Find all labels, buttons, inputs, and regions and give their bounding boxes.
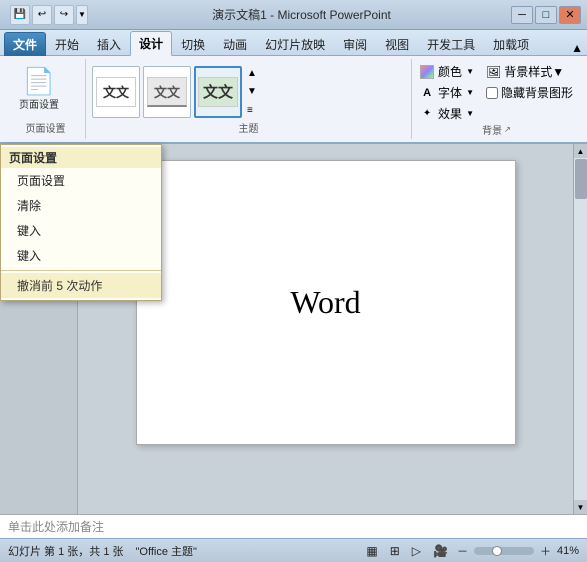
redo-icon[interactable]: ↪ — [54, 5, 74, 25]
tab-file[interactable]: 文件 — [4, 32, 46, 56]
effects-dropdown-icon[interactable]: ▼ — [466, 109, 474, 118]
colors-label: 颜色 — [438, 63, 462, 80]
scrollbar-thumb[interactable] — [575, 159, 587, 199]
bg-options: 颜色 ▼ 🖼 背景样式▼ A 字体 ▼ 隐藏背景图形 ✦ 效果 ▼ — [420, 63, 573, 122]
fonts-label: 字体 — [438, 84, 462, 101]
vertical-scrollbar: ▲ ▼ — [573, 144, 587, 514]
background-group: 颜色 ▼ 🖼 背景样式▼ A 字体 ▼ 隐藏背景图形 ✦ 效果 ▼ — [412, 59, 581, 139]
quick-access-toolbar: 💾 ↩ ↪ ▼ — [6, 5, 92, 25]
status-bar: 幻灯片 第 1 张，共 1 张 "Office 主题" ▦ ⊞ ▷ 🎥 － ＋ … — [0, 538, 587, 562]
colors-swatch — [420, 65, 434, 79]
ribbon-tabs: 文件 开始 插入 设计 切换 动画 幻灯片放映 审阅 视图 开发工具 加载项 ▲ — [0, 30, 587, 56]
slide-canvas[interactable]: Word — [136, 160, 516, 445]
slide-sorter-icon[interactable]: ⊞ — [387, 543, 403, 559]
status-bar-right: ▦ ⊞ ▷ 🎥 － ＋ 41% — [363, 543, 579, 559]
zoom-plus[interactable]: ＋ — [540, 543, 551, 559]
page-setup-group-label: 页面设置 — [12, 120, 79, 137]
close-button[interactable]: ✕ — [559, 6, 581, 24]
scrollbar-track[interactable] — [574, 158, 587, 500]
dropdown-item-type2[interactable]: 键入 — [1, 243, 161, 268]
bg-style-container: 🖼 背景样式▼ — [486, 63, 564, 80]
qat-dropdown-icon[interactable]: ▼ — [76, 5, 88, 25]
themes-group-label: 主题 — [92, 120, 405, 137]
notes-area[interactable]: 单击此处添加备注 — [0, 514, 587, 538]
page-setup-buttons: 📄 页面设置 — [12, 61, 79, 120]
undo-icon[interactable]: ↩ — [32, 5, 52, 25]
dropdown-item-type1[interactable]: 键入 — [1, 218, 161, 243]
theme-box-button[interactable]: 文文 — [194, 66, 242, 118]
minimize-button[interactable]: ─ — [511, 6, 533, 24]
fonts-row: A 字体 ▼ 隐藏背景图形 — [420, 84, 573, 101]
theme-plain-sample: 文文 — [96, 77, 136, 107]
hide-bg-label: 隐藏背景图形 — [501, 84, 573, 101]
bg-style-label[interactable]: 背景样式▼ — [504, 63, 564, 80]
hide-bg-container: 隐藏背景图形 — [486, 84, 573, 101]
theme-name: "Office 主题" — [136, 543, 197, 559]
tab-insert[interactable]: 插入 — [88, 32, 130, 56]
page-setup-button[interactable]: 📄 页面设置 — [12, 63, 66, 116]
tab-review[interactable]: 审阅 — [334, 32, 376, 56]
dropdown-item-page-setup[interactable]: 页面设置 — [1, 168, 161, 193]
theme-plain-button[interactable]: 文文 — [92, 66, 140, 118]
ribbon-help-icon: ▲ — [571, 41, 587, 55]
bg-style-icon: 🖼 — [486, 65, 501, 79]
notes-placeholder: 单击此处添加备注 — [8, 518, 104, 535]
zoom-thumb[interactable] — [492, 546, 502, 556]
tab-design[interactable]: 设计 — [130, 31, 172, 56]
title-bar: 💾 ↩ ↪ ▼ 演示文稿1 - Microsoft PowerPoint ─ □… — [0, 0, 587, 30]
tab-start[interactable]: 开始 — [46, 32, 88, 56]
dropdown-footer: 撤消前 5 次动作 — [1, 273, 161, 298]
page-setup-group: 📄 页面设置 页面设置 — [6, 59, 86, 139]
colors-dropdown-icon[interactable]: ▼ — [466, 67, 474, 76]
maximize-button[interactable]: □ — [535, 6, 557, 24]
reading-view-icon[interactable]: ▷ — [409, 543, 424, 559]
zoom-minus[interactable]: － — [457, 543, 468, 559]
tab-addins[interactable]: 加载项 — [484, 32, 538, 56]
window-title: 演示文稿1 - Microsoft PowerPoint — [92, 6, 511, 23]
page-setup-icon: 📄 — [23, 68, 55, 94]
bg-expand-icon[interactable]: ↗ — [504, 125, 511, 134]
save-icon[interactable]: 💾 — [10, 5, 30, 25]
theme-scroll-down-icon[interactable]: ▼ — [245, 84, 259, 99]
dropdown-divider — [1, 270, 161, 271]
zoom-level: 41% — [557, 545, 579, 557]
colors-row: 颜色 ▼ 🖼 背景样式▼ — [420, 63, 573, 80]
hide-bg-checkbox[interactable] — [486, 87, 498, 99]
background-label: 背景 — [482, 122, 502, 137]
effects-row: ✦ 效果 ▼ — [420, 105, 573, 122]
page-info: 幻灯片 第 1 张，共 1 张 — [8, 543, 124, 559]
dropdown-item-clear[interactable]: 清除 — [1, 193, 161, 218]
page-setup-label: 页面设置 — [19, 96, 59, 111]
theme-underline-button[interactable]: 文文 — [143, 66, 191, 118]
window-controls: ─ □ ✕ — [511, 6, 581, 24]
theme-buttons: 文文 文文 文文 ▲ ▼ ≡ — [92, 61, 405, 120]
tab-view[interactable]: 视图 — [376, 32, 418, 56]
scrollbar-up-arrow[interactable]: ▲ — [574, 144, 587, 158]
tab-animation[interactable]: 动画 — [214, 32, 256, 56]
tab-transition[interactable]: 切换 — [172, 32, 214, 56]
theme-scroll-up-icon[interactable]: ▲ — [245, 66, 259, 81]
dropdown-menu: 页面设置 页面设置 清除 键入 键入 撤消前 5 次动作 — [0, 144, 162, 301]
ribbon: 📄 页面设置 页面设置 文文 文文 文文 ▲ ▼ ≡ 主题 — [0, 56, 587, 144]
tab-developer[interactable]: 开发工具 — [418, 32, 484, 56]
effects-icon: ✦ — [420, 107, 434, 121]
zoom-slider[interactable] — [474, 547, 534, 555]
normal-view-icon[interactable]: ▦ — [363, 543, 380, 559]
theme-more-icon[interactable]: ≡ — [245, 103, 259, 118]
fonts-dropdown-icon[interactable]: ▼ — [466, 88, 474, 97]
slide-word-text: Word — [290, 284, 360, 321]
slideshow-icon[interactable]: 🎥 — [430, 543, 451, 559]
theme-underline-sample: 文文 — [147, 77, 187, 107]
fonts-icon: A — [420, 86, 434, 100]
scrollbar-down-arrow[interactable]: ▼ — [574, 500, 587, 514]
theme-scroll-controls: ▲ ▼ ≡ — [245, 66, 259, 118]
bg-group-label: 背景 ↗ — [420, 122, 573, 139]
tab-slideshow[interactable]: 幻灯片放映 — [256, 32, 334, 56]
themes-group: 文文 文文 文文 ▲ ▼ ≡ 主题 — [86, 59, 412, 139]
effects-label: 效果 — [438, 105, 462, 122]
theme-box-sample: 文文 — [198, 77, 238, 107]
dropdown-section-header: 页面设置 — [1, 147, 161, 168]
